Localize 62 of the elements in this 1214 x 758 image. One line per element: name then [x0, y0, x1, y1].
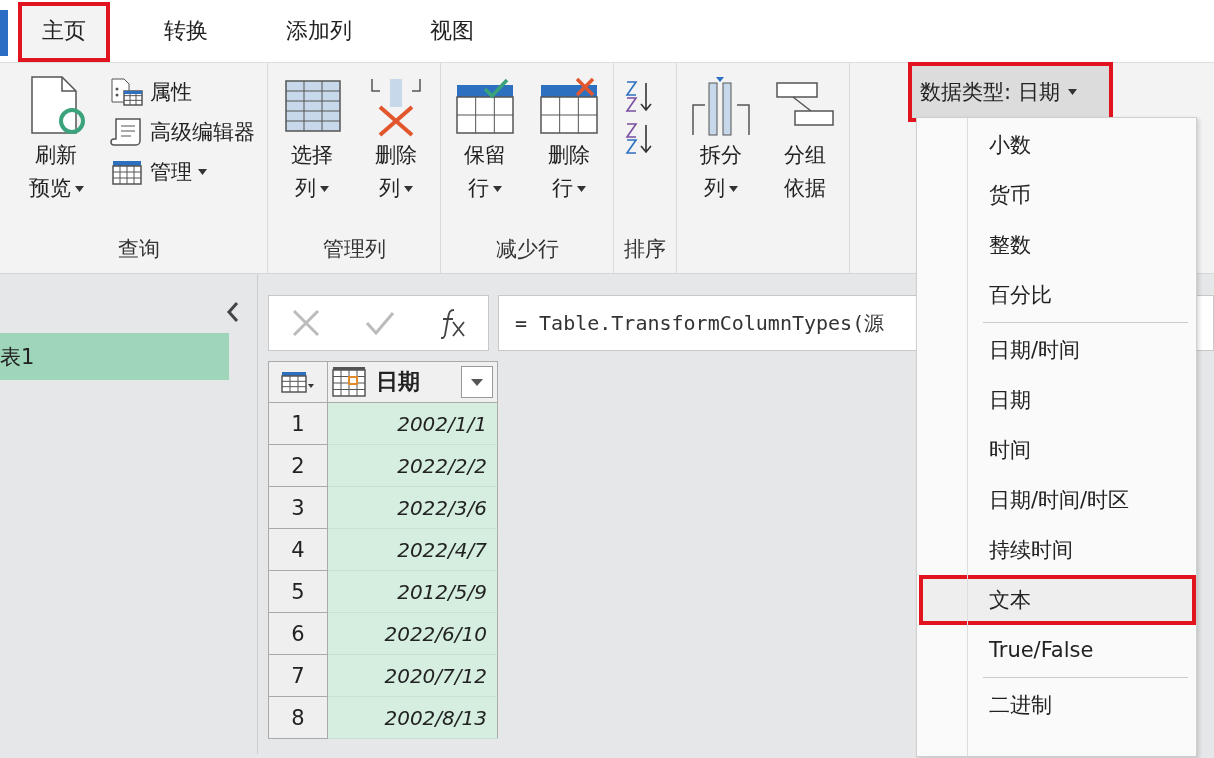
group-label: 减少行 — [494, 236, 560, 263]
column-header[interactable]: 日期 — [328, 361, 498, 403]
table-menu-button[interactable] — [269, 361, 328, 403]
table-cell: 2022/6/10 — [328, 613, 498, 655]
ribbon-button[interactable]: 删除 列 — [362, 71, 430, 235]
ribbon-button[interactable]: 拆分 列 — [687, 71, 755, 235]
row-number: 4 — [269, 529, 328, 571]
menu-item[interactable]: 文本 — [919, 575, 1196, 625]
group-label: 管理列 — [321, 236, 387, 263]
menu-item[interactable]: 小数 — [919, 120, 1196, 170]
calendar-icon — [332, 366, 366, 398]
row-number: 5 — [269, 571, 328, 613]
ribbon-tab[interactable]: 视图 — [406, 2, 498, 62]
split-column-icon — [691, 75, 751, 139]
table-cell: 2002/1/1 — [328, 403, 498, 445]
row-number: 2 — [269, 445, 328, 487]
ribbon-button[interactable]: 高级编辑器 — [108, 115, 257, 149]
table-cell: 2022/3/6 — [328, 487, 498, 529]
menu-item[interactable]: 货币 — [919, 170, 1196, 220]
table-cell: 2022/4/7 — [328, 529, 498, 571]
column-name: 日期 — [376, 368, 421, 396]
filter-dropdown[interactable] — [461, 366, 493, 398]
ribbon-button[interactable]: 选择 列 — [278, 71, 346, 235]
collapse-icon[interactable] — [226, 301, 240, 323]
script-icon — [110, 117, 144, 147]
menu-item[interactable]: 整数 — [919, 220, 1196, 270]
menu-item[interactable]: 日期/时间/时区 — [919, 475, 1196, 525]
sort-descending-icon[interactable] — [624, 121, 654, 155]
ribbon-button[interactable]: 属性 — [108, 75, 257, 109]
row-number: 1 — [269, 403, 328, 445]
caret-icon — [471, 378, 483, 386]
table-cell: 2020/7/12 — [328, 655, 498, 697]
table-icon — [281, 370, 315, 394]
ribbon-button[interactable]: 管理 — [108, 155, 257, 189]
check-icon[interactable] — [365, 310, 396, 336]
row-number: 8 — [269, 697, 328, 739]
ribbon-tab[interactable]: 添加列 — [262, 2, 376, 62]
ribbon-button[interactable]: 分组 依据 — [771, 71, 839, 235]
formula-text: = Table.TransformColumnTypes(源 — [515, 309, 885, 337]
sort-ascending-icon[interactable] — [624, 79, 654, 113]
row-number: 6 — [269, 613, 328, 655]
ribbon-tab[interactable]: 主页 — [18, 2, 110, 62]
ribbon-button[interactable]: 删除 行 — [535, 71, 603, 235]
table-cell: 2022/2/2 — [328, 445, 498, 487]
group-label: 排序 — [624, 236, 666, 263]
function-icon[interactable] — [439, 307, 466, 339]
table-cell: 2012/5/9 — [328, 571, 498, 613]
group-label: 查询 — [116, 236, 161, 263]
menu-item[interactable]: 日期 — [919, 375, 1196, 425]
ribbon-tab[interactable]: 转换 — [140, 2, 232, 62]
menu-item[interactable]: 持续时间 — [919, 525, 1196, 575]
properties-icon — [110, 77, 144, 107]
menu-item[interactable]: True/False — [919, 625, 1196, 675]
menu-item[interactable]: 时间 — [919, 425, 1196, 475]
query-item[interactable]: 表1 — [0, 333, 229, 380]
table-cell: 2002/8/13 — [328, 697, 498, 739]
row-number: 3 — [269, 487, 328, 529]
data-type-button[interactable]: 数据类型: 日期 — [908, 62, 1113, 122]
ribbon-button[interactable]: 保留 行 — [451, 71, 519, 235]
row-number: 7 — [269, 655, 328, 697]
ribbon-button[interactable]: 刷新 预览 — [20, 71, 92, 235]
menu-item[interactable]: 二进制 — [919, 680, 1196, 730]
